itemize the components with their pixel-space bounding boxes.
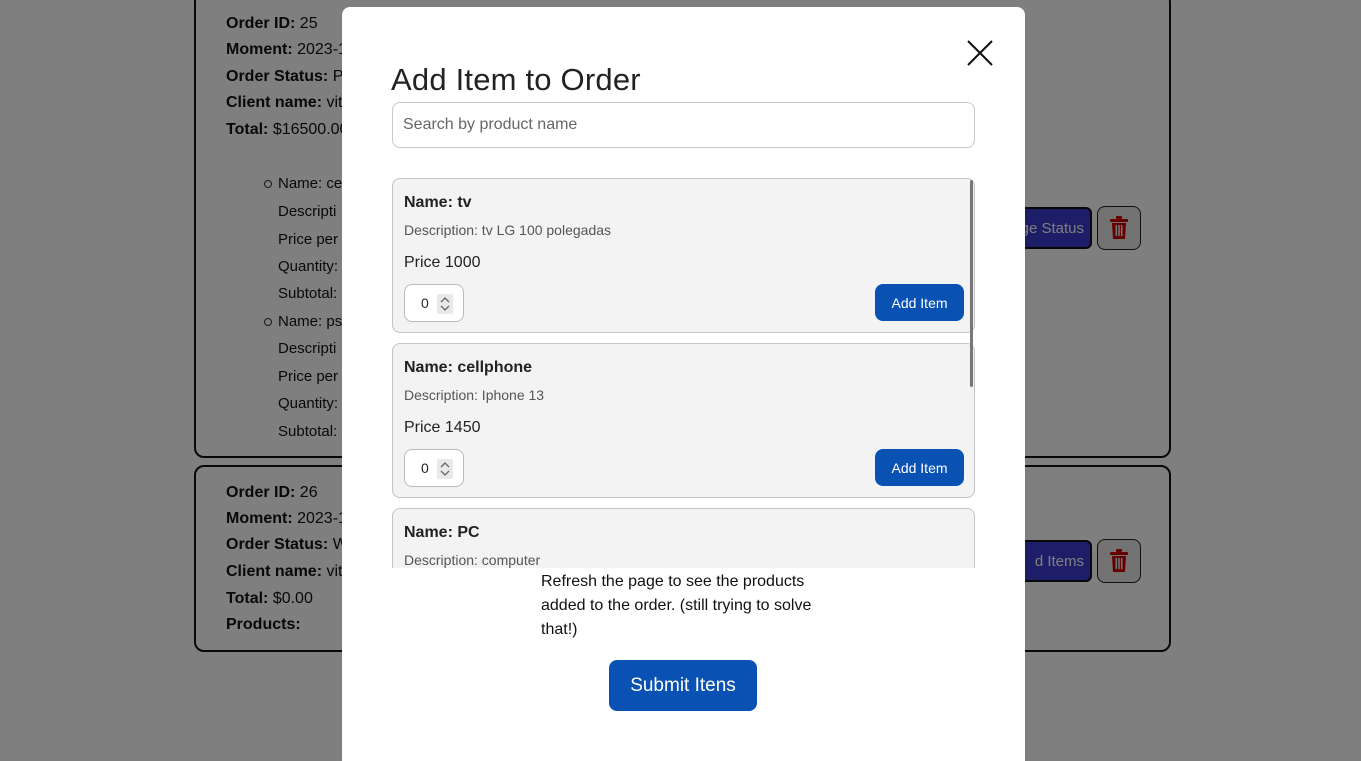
product-name: Name: cellphone: [404, 359, 533, 376]
list-scrollbar[interactable]: [970, 180, 973, 387]
product-description: Description: computer: [404, 552, 541, 568]
product-description: Description: tv LG 100 polegadas: [404, 222, 612, 238]
submit-items-button[interactable]: Submit Itens: [609, 660, 757, 711]
product-price: Price 1450: [404, 419, 481, 436]
modal-title: Add Item to Order: [391, 62, 641, 97]
search-input[interactable]: [392, 102, 975, 148]
product-name: Name: PC: [404, 524, 480, 541]
product-list[interactable]: Name: tv Description: tv LG 100 polegada…: [392, 178, 976, 568]
product-name: Name: tv: [404, 194, 472, 211]
spinner-arrows-icon[interactable]: [437, 459, 453, 479]
add-item-button[interactable]: Add Item: [875, 284, 964, 321]
add-item-button[interactable]: Add Item: [875, 449, 964, 486]
add-item-modal: Add Item to Order Name: tv Description: …: [342, 7, 1025, 761]
quantity-stepper[interactable]: 0: [404, 284, 464, 322]
product-card: Name: tv Description: tv LG 100 polegada…: [392, 178, 975, 333]
close-icon: [967, 40, 993, 66]
spinner-arrows-icon[interactable]: [437, 294, 453, 314]
product-price: Price 1000: [404, 254, 481, 271]
quantity-value: 0: [421, 295, 429, 311]
quantity-stepper[interactable]: 0: [404, 449, 464, 487]
product-description: Description: Iphone 13: [404, 387, 545, 403]
close-button[interactable]: [964, 37, 996, 69]
quantity-value: 0: [421, 460, 429, 476]
product-card: Name: PC Description: computer: [392, 508, 975, 568]
product-card: Name: cellphone Description: Iphone 13 P…: [392, 343, 975, 498]
refresh-note: Refresh the page to see the products add…: [541, 573, 812, 638]
